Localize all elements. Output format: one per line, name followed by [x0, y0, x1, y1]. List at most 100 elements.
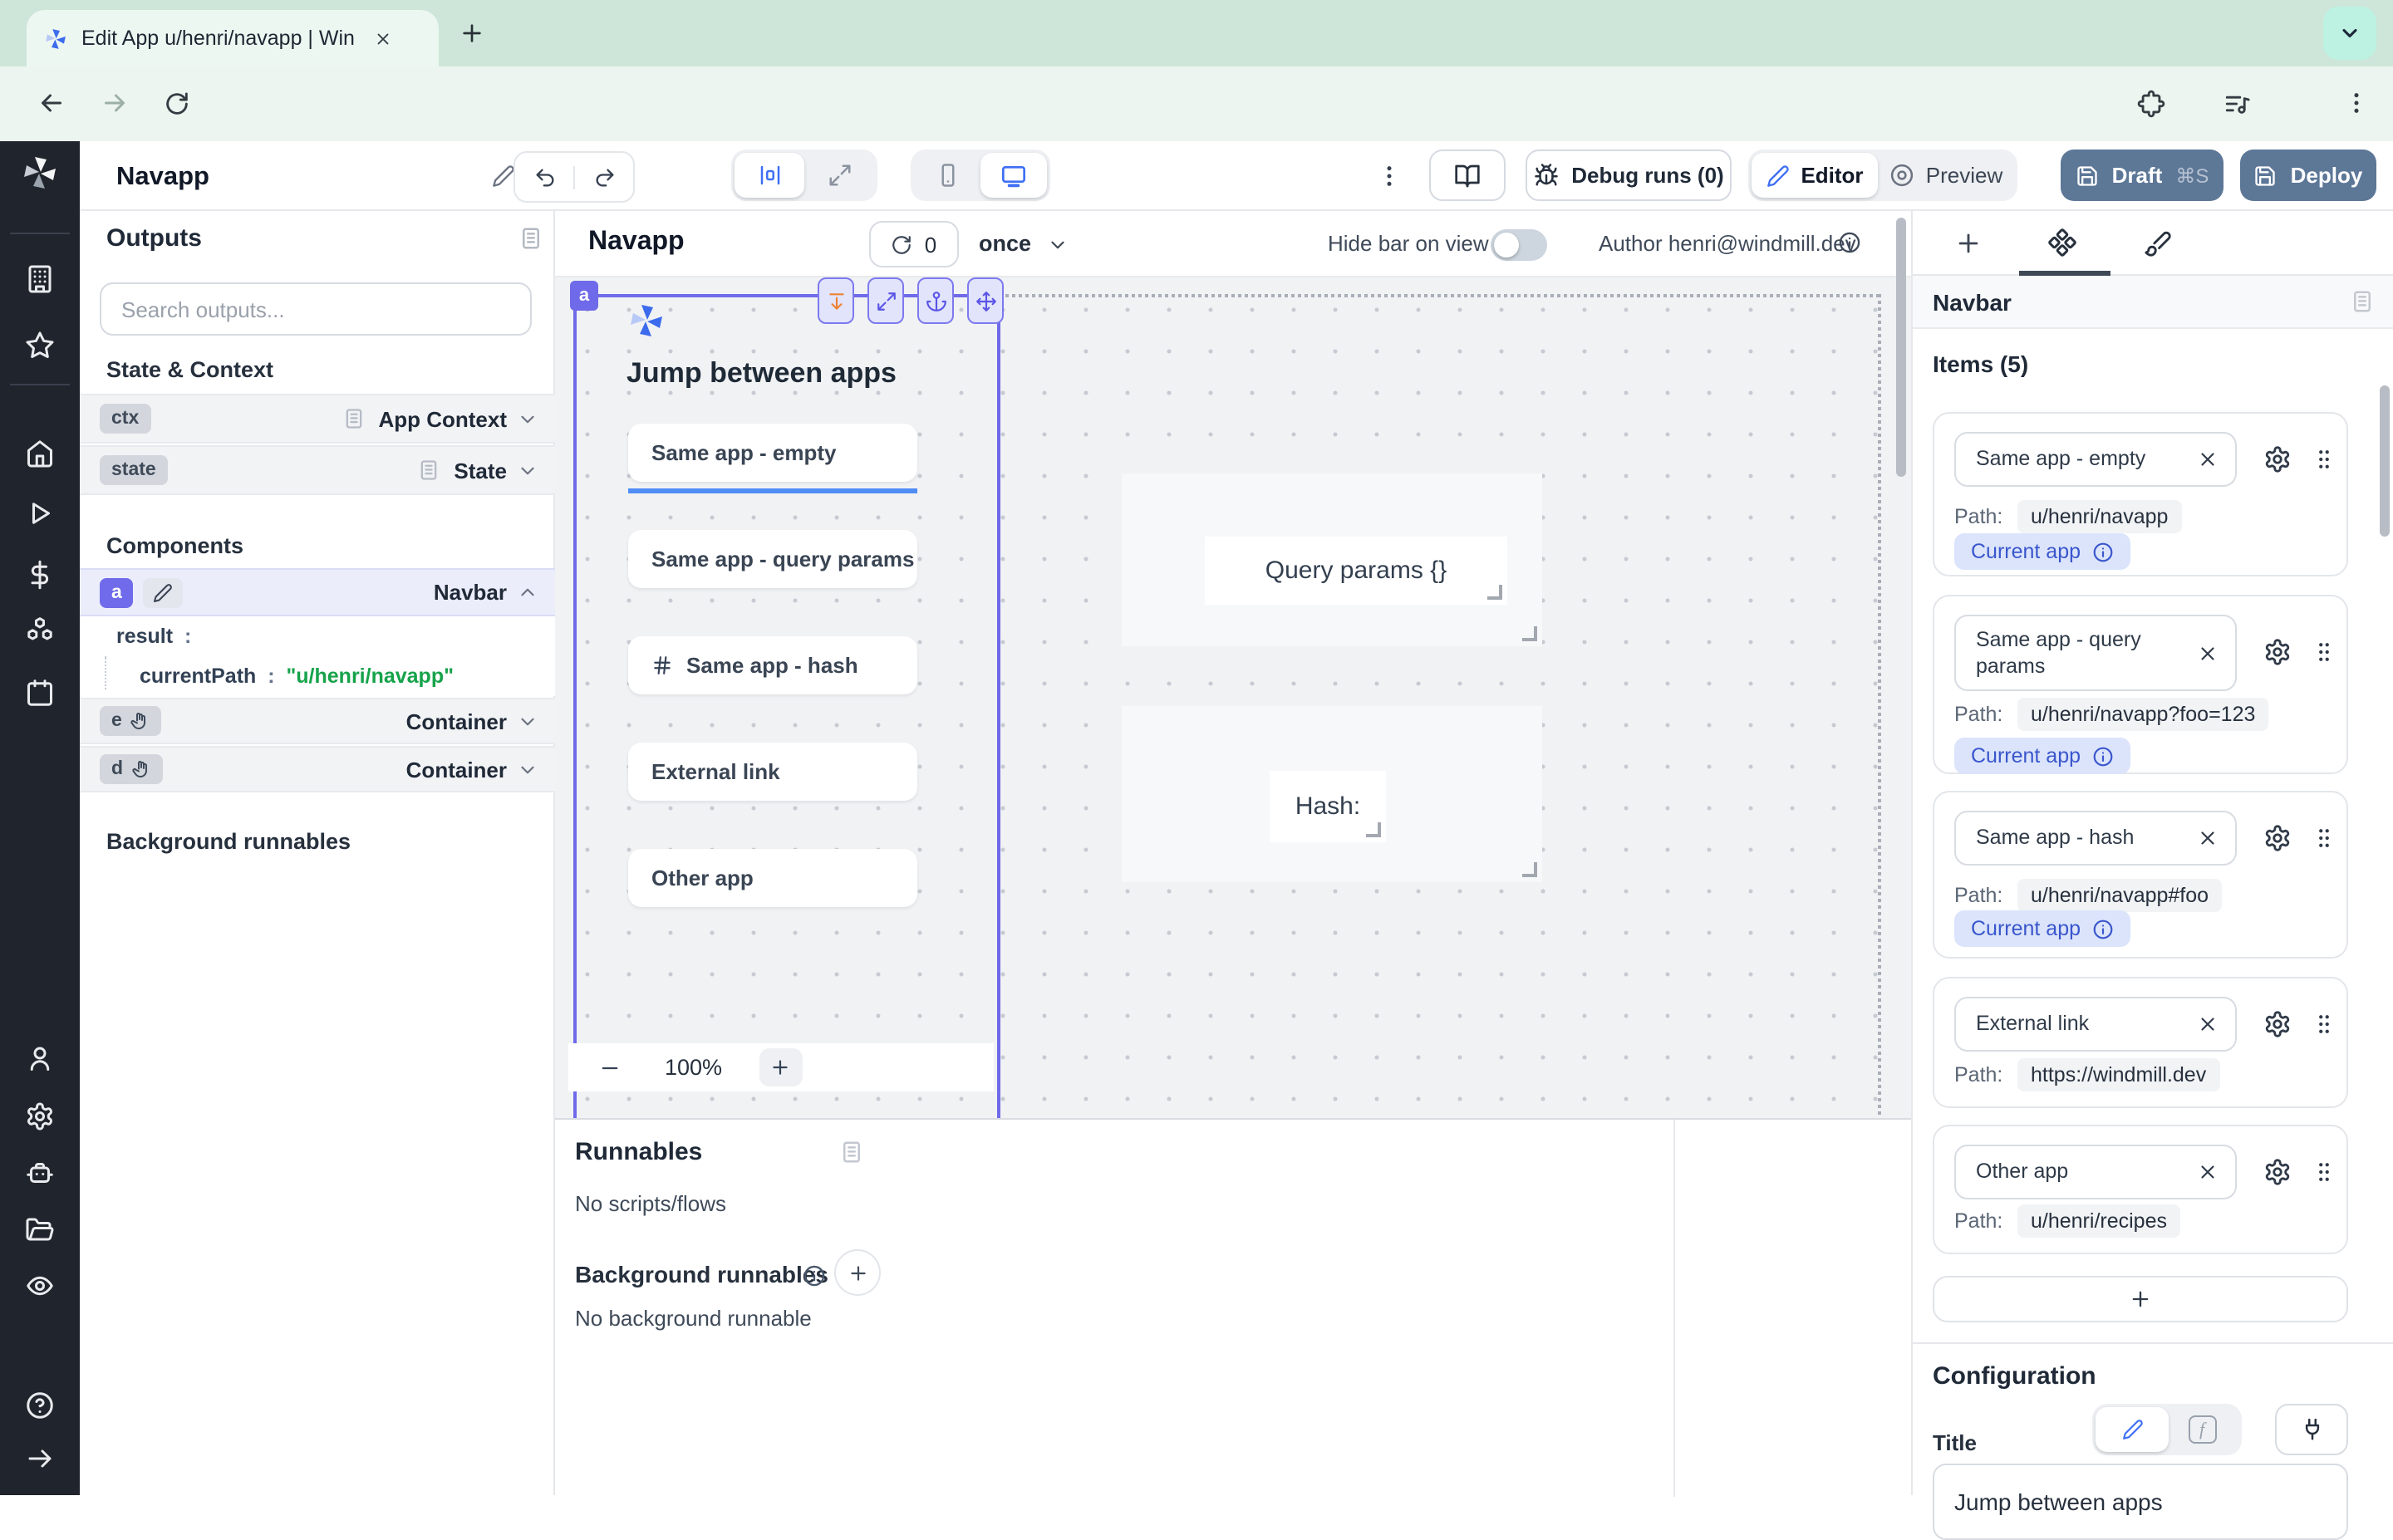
chevron-down-icon[interactable] [517, 408, 538, 429]
add-item-button[interactable] [1933, 1276, 2348, 1322]
hash-text-box[interactable]: Hash: [1270, 771, 1386, 842]
workspace-building-icon[interactable] [25, 264, 55, 294]
redo-button[interactable] [575, 165, 633, 189]
zoom-out-minus-icon[interactable] [598, 1056, 622, 1079]
item-drag-grip-icon[interactable] [2312, 640, 2336, 665]
item-drag-grip-icon[interactable] [2312, 1159, 2336, 1184]
home-icon[interactable] [25, 439, 55, 468]
media-playlist-icon[interactable] [2223, 90, 2252, 118]
panel-doc-icon[interactable] [2350, 289, 2375, 314]
resources-boxes-icon[interactable] [25, 616, 55, 646]
component-row-container-d[interactable]: d Container [80, 746, 555, 792]
browser-menu-kebab-icon[interactable] [2343, 90, 2370, 116]
panel-doc-icon[interactable] [839, 1140, 864, 1165]
item-label-field[interactable]: Same app - hash [1954, 811, 2237, 866]
item-drag-grip-icon[interactable] [2312, 1011, 2336, 1036]
expand-down-button[interactable] [818, 277, 854, 324]
reload-icon[interactable] [163, 90, 191, 118]
draft-button[interactable]: Draft ⌘S [2061, 150, 2223, 201]
forward-icon[interactable] [100, 88, 130, 118]
tab-close-icon[interactable] [374, 29, 392, 47]
component-result-tree[interactable]: result : currentPath : "u/henri/navapp" [80, 616, 555, 696]
remove-item-x-icon[interactable] [2197, 1161, 2219, 1183]
nav-item[interactable]: Same app - hash [628, 636, 917, 694]
item-settings-gear-icon[interactable] [2263, 823, 2292, 851]
component-settings-diamonds-icon[interactable] [2047, 228, 2077, 257]
info-icon[interactable] [2092, 745, 2114, 767]
insert-component-plus-icon[interactable] [1954, 229, 1983, 257]
item-drag-grip-icon[interactable] [2312, 446, 2336, 471]
canvas-grid[interactable]: a Jump between apps Same app - emptySame… [555, 277, 1911, 1118]
static-value-pencil-button[interactable] [2096, 1407, 2169, 1452]
anchor-button[interactable] [917, 277, 954, 324]
info-icon[interactable] [2092, 918, 2114, 939]
nav-item[interactable]: Same app - query params [628, 530, 917, 588]
more-options-kebab-icon[interactable] [1376, 163, 1403, 189]
tab-editor[interactable]: Editor [1752, 153, 1878, 198]
schedules-calendar-icon[interactable] [25, 678, 55, 708]
nav-item[interactable]: Same app - empty [628, 424, 917, 482]
remove-item-x-icon[interactable] [2197, 827, 2219, 849]
nav-item[interactable]: External link [628, 743, 917, 801]
component-row-container-e[interactable]: e Container [80, 698, 555, 744]
chevron-down-icon[interactable] [517, 758, 538, 780]
item-drag-grip-icon[interactable] [2312, 825, 2336, 850]
refresh-count-button[interactable]: 0 [869, 221, 959, 267]
help-icon[interactable] [25, 1390, 55, 1420]
users-icon[interactable] [25, 1043, 55, 1073]
component-row-navbar[interactable]: a Navbar [80, 568, 555, 616]
info-icon[interactable] [803, 1264, 826, 1287]
query-params-text-box[interactable]: Query params {} [1205, 537, 1507, 605]
windmill-logo-icon[interactable] [20, 153, 60, 193]
info-icon[interactable] [2092, 541, 2114, 562]
connect-plug-button[interactable] [2275, 1404, 2348, 1455]
item-settings-gear-icon[interactable] [2263, 638, 2292, 666]
favorites-star-icon[interactable] [25, 331, 55, 360]
runs-play-icon[interactable] [25, 498, 55, 528]
remove-item-x-icon[interactable] [2197, 642, 2219, 664]
title-value-input[interactable] [1933, 1464, 2348, 1540]
centered-layout-button[interactable] [735, 153, 804, 198]
styling-brush-icon[interactable] [2144, 229, 2172, 257]
back-icon[interactable] [37, 88, 66, 118]
ctx-row[interactable]: ctx App Context [80, 394, 555, 444]
zoom-in-button[interactable] [759, 1048, 802, 1086]
window-menu-button[interactable] [2323, 7, 2376, 60]
item-label-field[interactable]: External link [1954, 997, 2237, 1052]
browser-tab[interactable]: Edit App u/henri/navapp | Win [27, 10, 439, 66]
desktop-view-button[interactable] [980, 153, 1047, 198]
variables-dollar-icon[interactable] [25, 560, 55, 590]
info-icon[interactable] [1838, 231, 1861, 254]
add-background-runnable-button[interactable] [834, 1249, 881, 1296]
item-settings-gear-icon[interactable] [2263, 1009, 2292, 1037]
state-row[interactable]: state State [80, 445, 555, 495]
right-panel-scrollbar[interactable] [2380, 385, 2390, 537]
search-outputs-input[interactable] [100, 282, 532, 336]
remove-item-x-icon[interactable] [2197, 449, 2219, 470]
run-mode-select[interactable]: once [979, 231, 1031, 256]
tab-preview[interactable]: Preview [1878, 153, 2014, 198]
deploy-button[interactable]: Deploy [2240, 150, 2376, 201]
edit-id-button[interactable] [144, 577, 184, 607]
chevron-up-icon[interactable] [517, 581, 538, 603]
nav-item[interactable]: Other app [628, 849, 917, 907]
expression-f-button[interactable]: f [2169, 1407, 2235, 1452]
chevron-down-icon[interactable] [517, 710, 538, 732]
audit-eye-icon[interactable] [25, 1271, 55, 1301]
resize-handle[interactable] [1487, 585, 1502, 600]
canvas-scrollbar[interactable] [1896, 218, 1906, 477]
workers-bot-icon[interactable] [25, 1158, 55, 1188]
resize-handle[interactable] [1366, 822, 1381, 837]
settings-gear-icon[interactable] [25, 1101, 55, 1131]
rename-pencil-icon[interactable] [492, 164, 515, 188]
collapse-arrow-icon[interactable] [25, 1444, 55, 1474]
hash-container[interactable]: Hash: [1122, 706, 1542, 882]
extensions-puzzle-icon[interactable] [2137, 90, 2165, 118]
remove-item-x-icon[interactable] [2197, 1013, 2219, 1035]
item-settings-gear-icon[interactable] [2263, 444, 2292, 473]
item-label-field[interactable]: Same app - empty [1954, 432, 2237, 487]
mobile-view-button[interactable] [914, 153, 980, 198]
undo-button[interactable] [515, 165, 575, 189]
chevron-down-icon[interactable] [1047, 234, 1069, 256]
panel-doc-icon[interactable] [518, 226, 543, 251]
